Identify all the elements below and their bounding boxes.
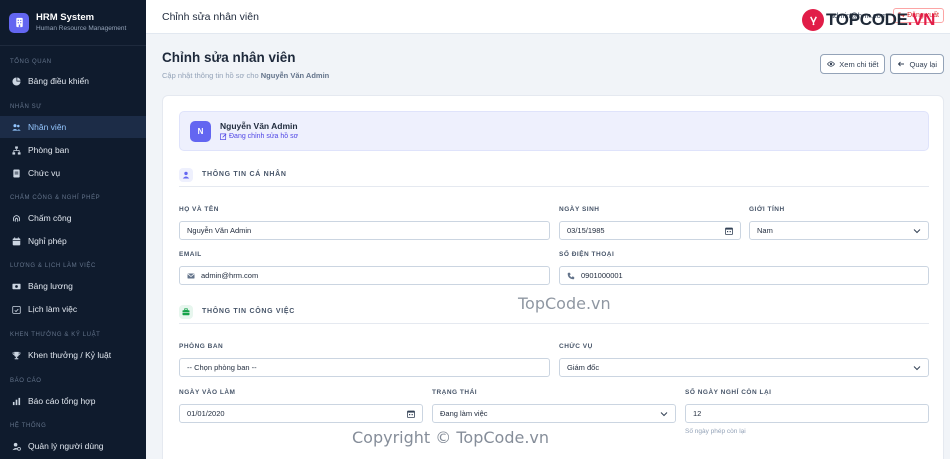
sidebar-item-label: Lịch làm việc [28,304,78,314]
briefcase-icon [179,304,193,319]
page-actions: Xem chi tiết Quay lại [815,54,944,74]
nav-section-overview: TỔNG QUAN [10,59,52,65]
sidebar-item-label: Phòng ban [28,145,70,155]
field-full-name: HỌ VÀ TÊN Nguyễn Văn Admin [179,206,550,240]
nav-section-hr: NHÂN SỰ [10,104,42,110]
field-dob: NGÀY SINH 03/15/1985 [559,206,741,240]
sidebar-item-user-management[interactable]: Quản lý người dùng [0,435,146,457]
topcode-logo-text: TOPCODE.VN [826,10,936,29]
fingerprint-icon [12,214,21,223]
field-leave-days: SỐ NGÀY NGHỈ CÒN LẠI 12 Số ngày phép còn… [685,389,929,435]
department-select[interactable]: -- Chọn phòng ban -- [179,358,550,377]
section-title: THÔNG TIN CÔNG VIỆC [202,308,296,315]
dob-input[interactable]: 03/15/1985 [559,221,741,240]
sidebar: HRM System Human Resource Management TỔN… [0,0,146,459]
sidebar-item-label: Quản lý người dùng [28,441,104,451]
eye-icon [827,61,836,67]
topcode-watermark-center: TopCode.vn [518,294,611,313]
avatar: N [190,120,211,142]
profile-status: Đang chỉnh sửa hồ sơ [220,132,298,142]
nav-section-attendance: CHẤM CÔNG & NGHỈ PHÉP [10,195,101,201]
email-field[interactable]: admin@hrm.com [179,266,550,285]
field-start-date: NGÀY VÀO LÀM 01/01/2020 [179,389,423,423]
back-button[interactable]: Quay lại [890,54,944,74]
topcode-copyright-watermark: Copyright © TopCode.vn [352,428,550,447]
field-phone: SỐ ĐIỆN THOẠI 0901000001 [559,251,929,285]
calendar-icon[interactable] [725,227,733,235]
brand-subtitle: Human Resource Management [36,24,127,32]
envelope-icon [187,272,195,280]
status-select[interactable]: Đang làm việc [432,404,676,423]
leave-days-help: Số ngày phép còn lại [685,428,746,435]
sidebar-item-leave[interactable]: Nghỉ phép [0,230,146,252]
position-select[interactable]: Giám đốc [559,358,929,377]
calendar-icon [12,236,21,246]
page-header: Chỉnh sửa nhân viên Cập nhật thông tin h… [162,50,329,80]
sidebar-item-schedule[interactable]: Lịch làm việc [0,298,146,320]
sidebar-item-label: Báo cáo tổng hợp [28,396,96,406]
full-name-input[interactable]: Nguyễn Văn Admin [179,221,550,240]
nav-section-reports: BÁO CÁO [10,378,42,384]
sidebar-item-label: Chấm công [28,213,72,223]
sidebar-item-label: Khen thưởng / Kỷ luật [28,350,112,360]
topbar-title: Chỉnh sửa nhân viên [162,10,259,23]
field-position: CHỨC VỤ Giám đốc [559,343,929,377]
chevron-down-icon [660,410,668,418]
field-gender: GIỚI TÍNH Nam [749,206,929,240]
topcode-watermark-logo: TOPCODE.VN [802,9,935,31]
view-detail-button[interactable]: Xem chi tiết [820,54,886,74]
page-subtitle: Cập nhật thông tin hồ sơ cho Nguyễn Văn … [162,71,330,80]
sidebar-item-label: Bảng điều khiển [28,76,89,86]
section-title: THÔNG TIN CÁ NHÂN [202,171,287,178]
id-card-icon [12,168,21,178]
edit-icon [220,133,227,140]
sidebar-item-label: Chức vụ [28,168,61,178]
sidebar-item-attendance[interactable]: Chấm công [0,207,146,229]
chart-icon [12,397,21,406]
chevron-down-icon [913,364,921,372]
field-email: EMAIL admin@hrm.com [179,251,550,285]
sidebar-item-payroll[interactable]: Bảng lương [0,275,146,297]
chevron-down-icon [913,227,921,235]
sidebar-item-positions[interactable]: Chức vụ [0,162,146,184]
page-title: Chỉnh sửa nhân viên [162,50,296,65]
nav-section-system: HỆ THỐNG [10,423,47,429]
field-status: TRẠNG THÁI Đang làm việc [432,389,676,423]
start-date-input[interactable]: 01/01/2020 [179,404,423,423]
building-icon [9,12,29,33]
sidebar-item-label: Nhân viên [28,122,67,132]
sidebar-item-employees[interactable]: Nhân viên [0,116,146,138]
edit-form-card: N Nguyễn Văn Admin Đang chỉnh sửa hồ sơ … [162,95,944,459]
arrow-left-icon [898,61,905,67]
topcode-logo-icon [802,9,824,31]
user-cog-icon [12,442,21,451]
phone-icon [567,272,575,280]
section-personal: THÔNG TIN CÁ NHÂN [179,163,929,187]
sidebar-item-dashboard[interactable]: Bảng điều khiển [0,70,146,92]
gender-select[interactable]: Nam [749,221,929,240]
users-icon [12,123,21,132]
sidebar-item-rewards[interactable]: Khen thưởng / Kỷ luật [0,344,146,366]
sidebar-item-reports[interactable]: Báo cáo tổng hợp [0,390,146,412]
sidebar-item-label: Bảng lương [28,281,73,291]
profile-name: Nguyễn Văn Admin [220,120,298,131]
trophy-icon [12,351,21,360]
user-icon [179,167,193,182]
sitemap-icon [12,145,21,155]
sidebar-item-departments[interactable]: Phòng ban [0,139,146,161]
brand[interactable]: HRM System Human Resource Management [0,0,146,46]
money-icon [12,282,21,291]
nav-section-payroll: LƯƠNG & LỊCH LÀM VIỆC [10,263,96,269]
profile-banner: N Nguyễn Văn Admin Đang chỉnh sửa hồ sơ [179,111,929,151]
calendar-check-icon [12,305,21,314]
page-subtitle-name: Nguyễn Văn Admin [260,71,330,80]
sidebar-item-label: Nghỉ phép [28,236,67,246]
dashboard-icon [12,76,21,86]
leave-days-input[interactable]: 12 [685,404,929,423]
nav-section-rewards: KHEN THƯỞNG & KỶ LUẬT [10,332,101,338]
field-department: PHÒNG BAN -- Chọn phòng ban -- [179,343,550,377]
brand-name: HRM System [36,11,95,23]
calendar-icon[interactable] [407,410,415,418]
phone-field[interactable]: 0901000001 [559,266,929,285]
